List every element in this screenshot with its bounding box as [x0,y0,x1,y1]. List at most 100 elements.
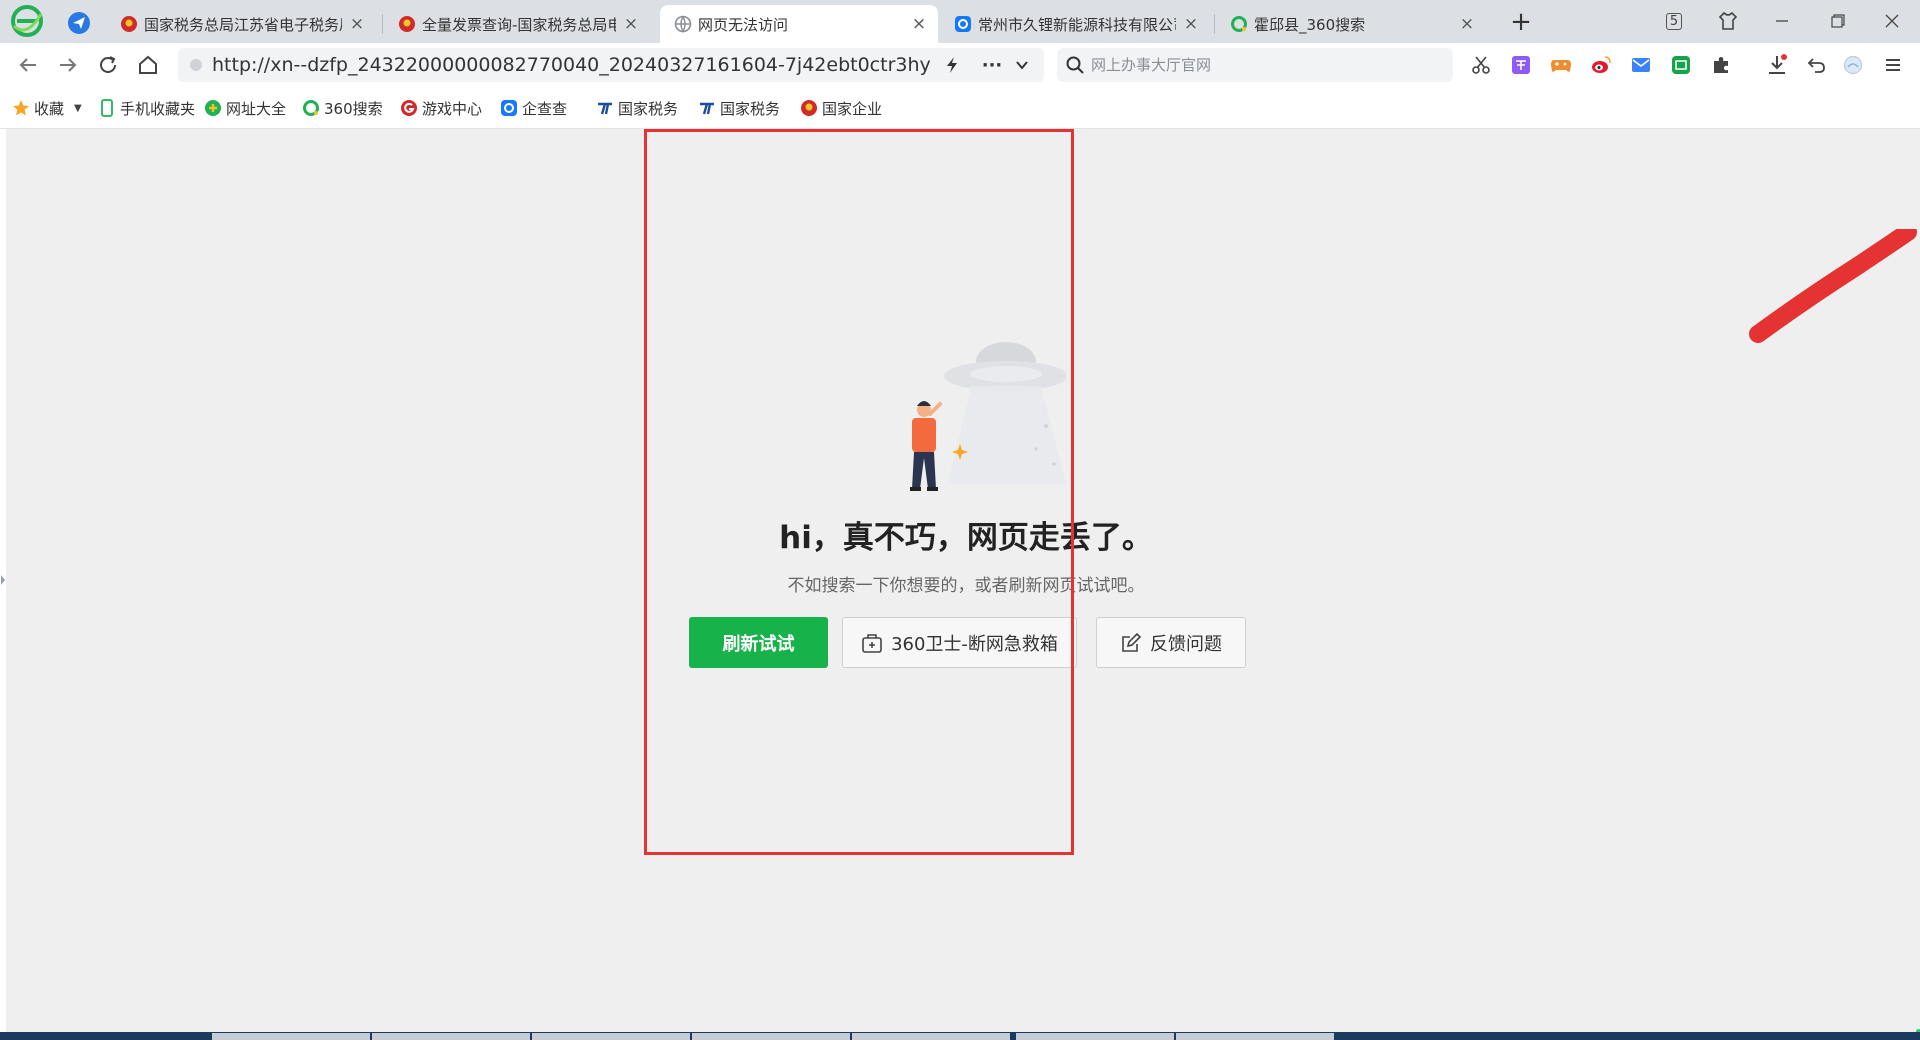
tax-bureau-icon [598,102,612,115]
mail-icon[interactable] [1630,54,1652,76]
minimize-button[interactable] [1762,4,1802,38]
arrow-right-icon [60,58,77,72]
edit-note-icon [1122,632,1142,652]
sidebar-expand-handle[interactable] [1,575,5,585]
home-button[interactable] [134,51,162,79]
tax-bureau-icon [700,102,714,115]
bookmark-label: 手机收藏夹 [120,99,196,118]
bookmark-label: 360搜索 [324,99,383,118]
extensions-puzzle-icon[interactable] [1710,54,1732,76]
feedback-button[interactable]: 反馈问题 [1096,617,1246,668]
browser-logo-icon[interactable] [10,4,44,38]
tab-tax-jiangsu[interactable]: 国家税务总局江苏省电子税务局 × [106,5,376,43]
360-search-icon [1231,16,1247,32]
tab-bar: 国家税务总局江苏省电子税务局 × 全量发票查询-国家税务总局电子 × 网页无法访… [0,0,1920,43]
bookmark-label: 国家税务 [720,99,781,118]
taskbar-item[interactable] [852,1033,1010,1040]
tab-count-button[interactable]: 5 [1654,4,1694,38]
taskbar-item[interactable] [1176,1033,1334,1040]
tab-page-unreachable[interactable]: 网页无法访问 × [660,5,938,43]
wechat-reader-icon[interactable] [1670,54,1692,76]
tab-title: 网页无法访问 [698,15,789,34]
more-options-icon[interactable]: ··· [980,53,1004,77]
tab-title: 常州市久锂新能源科技有限公司 [978,15,1176,34]
close-icon[interactable]: × [622,15,640,33]
phone-icon [101,99,113,117]
globe-icon [674,15,692,33]
taskbar-item[interactable] [212,1033,370,1040]
tab-separator [1214,14,1215,34]
bookmark-qichacha[interactable]: 企查查 [500,97,567,119]
360-search-icon [303,100,319,116]
tab-360-search[interactable]: 霍邱县_360搜索 × [1216,5,1486,43]
bookmark-favorites[interactable]: 收藏 ▼ [12,97,82,119]
bookmark-tax-bureau-1[interactable]: 国家税务 [596,97,682,119]
taskbar-item[interactable] [1016,1033,1174,1040]
close-icon[interactable]: × [910,15,928,33]
address-url[interactable]: http://xn--dzfp_24322000000082770040_202… [212,48,932,82]
taskbar-item[interactable] [532,1033,690,1040]
back-button[interactable] [14,51,42,79]
search-input[interactable] [1091,48,1441,82]
taskbar-item[interactable] [372,1033,530,1040]
search-box[interactable] [1057,48,1453,82]
home-icon [139,55,157,74]
bookmark-game-center[interactable]: 游戏中心 [400,97,482,119]
url-directory-icon [205,100,221,116]
bookmark-label: 国家企业 [822,99,883,118]
bookmark-label: 网址大全 [226,99,287,118]
pinned-tab-icon[interactable] [64,8,94,38]
new-tab-button[interactable]: + [1506,8,1536,38]
bookmark-label: 收藏 [34,99,65,118]
download-icon[interactable] [1766,54,1788,76]
bookmark-label: 企查查 [522,99,568,118]
close-icon[interactable]: × [348,15,366,33]
bookmark-national-enterprise[interactable]: 国家企业 [800,97,886,119]
bookmark-tax-bureau-2[interactable]: 国家税务 [698,97,784,119]
bookmark-url-directory[interactable]: 网址大全 [204,97,286,119]
national-emblem-icon [121,16,137,32]
bookmark-360-search[interactable]: 360搜索 [302,97,383,119]
game-controller-icon[interactable] [1550,54,1572,76]
weibo-icon[interactable] [1590,54,1612,76]
scissors-icon[interactable] [1470,54,1492,76]
caret-down-icon[interactable]: ▼ [74,103,82,114]
national-emblem-icon [399,16,415,32]
close-icon[interactable]: × [1182,15,1200,33]
restore-button[interactable] [1818,4,1858,38]
reload-button[interactable] [94,51,122,79]
red-annotation-stroke [1749,229,1917,343]
bookmark-mobile[interactable]: 手机收藏夹 [98,97,195,119]
site-info-icon[interactable] [190,59,202,71]
taskbar-item[interactable] [692,1033,850,1040]
lightning-icon[interactable] [940,53,964,77]
bookmark-label: 游戏中心 [422,99,483,118]
search-icon [1066,56,1084,74]
tab-count-badge: 5 [1665,12,1683,30]
address-bar[interactable]: http://xn--dzfp_24322000000082770040_202… [178,48,1044,82]
reload-icon [100,56,116,73]
tab-separator [382,14,383,34]
red-annotation-box [644,129,1074,855]
close-window-button[interactable] [1872,4,1912,38]
undo-icon[interactable] [1806,54,1828,76]
tab-company-info[interactable]: 常州市久锂新能源科技有限公司 × [940,5,1210,43]
error-page: hi，真不巧，网页走丢了。 不如搜索一下你想要的，或者刷新网页试试吧。 刷新试试… [6,129,1920,1040]
skin-icon[interactable] [1708,4,1748,38]
feedback-label: 反馈问题 [1150,633,1222,655]
star-icon [13,100,29,116]
bookmark-label: 国家税务 [618,99,679,118]
tab-invoice-query[interactable]: 全量发票查询-国家税务总局电子 × [384,5,650,43]
tab-title: 国家税务总局江苏省电子税务局 [144,15,342,34]
translate-icon[interactable] [1510,54,1532,76]
game-center-icon [401,100,417,116]
close-icon[interactable]: × [1458,15,1476,33]
forward-button[interactable] [54,51,82,79]
national-emblem-icon [801,100,817,116]
menu-icon[interactable] [1882,54,1904,76]
tab-title: 霍邱县_360搜索 [1254,15,1366,34]
tab-title: 全量发票查询-国家税务总局电子 [422,15,616,34]
chevron-down-icon[interactable] [1010,53,1034,77]
account-avatar-icon[interactable] [1842,54,1864,76]
qichacha-icon [501,100,517,116]
